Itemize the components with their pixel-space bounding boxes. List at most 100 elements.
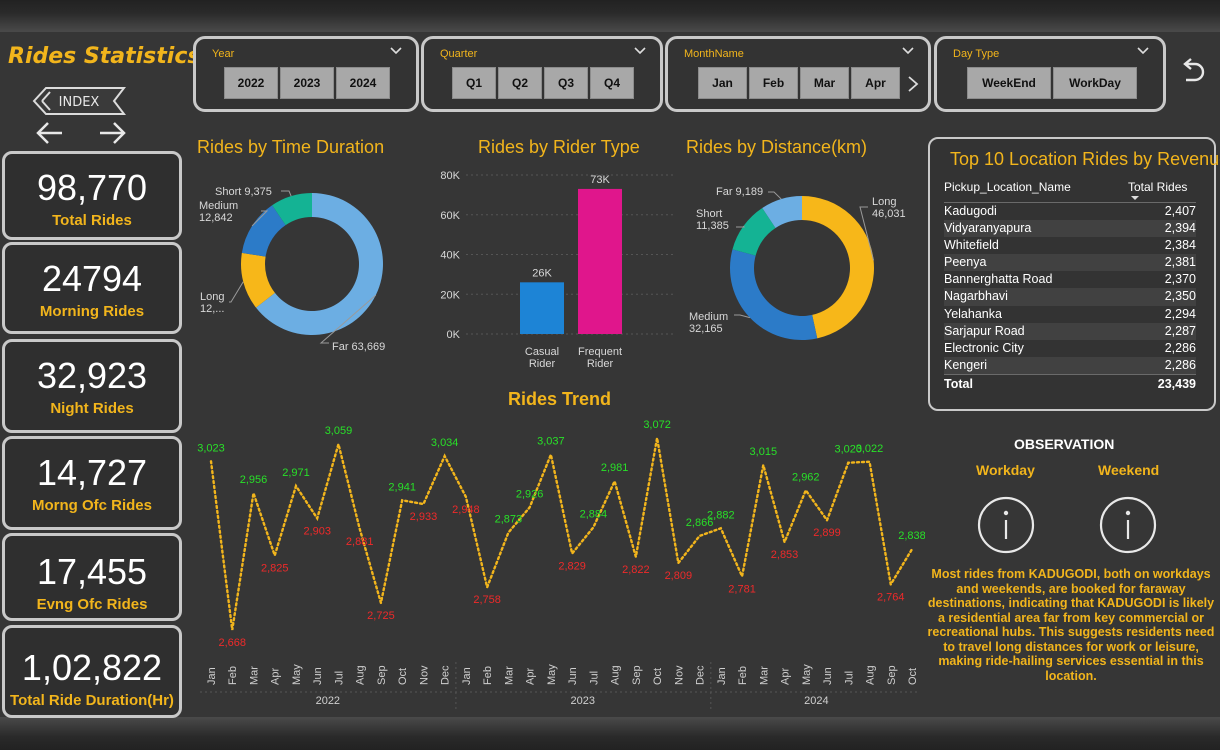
kpi-value: 17,455 — [36, 551, 148, 592]
slice-label: Short 9,375 — [215, 186, 272, 198]
arrow-right-icon[interactable] — [96, 119, 128, 147]
month-tick-label: Dec — [695, 665, 707, 685]
arrow-left-icon[interactable] — [34, 119, 66, 147]
table-row[interactable]: Sarjapur Road 2,287 — [944, 322, 1196, 340]
kpi-label: Total Ride Duration(Hr) — [10, 692, 174, 709]
month-tick-label: Dec — [440, 665, 452, 685]
quarter-option-q4[interactable]: Q4 — [590, 67, 634, 99]
leader-line — [768, 191, 782, 200]
quarter-option-q1[interactable]: Q1 — [452, 67, 496, 99]
month-tick-label: Mar — [758, 666, 770, 685]
month-tick-label: Aug — [610, 665, 622, 685]
data-label: 2,962 — [792, 471, 820, 483]
month-option-apr[interactable]: Apr — [851, 67, 900, 99]
y-tick-label: 60K — [440, 210, 460, 222]
kpi-total-duration: 1,02,822 Total Ride Duration(Hr) — [2, 625, 182, 718]
kpi-label: Morng Ofc Rides — [31, 497, 152, 514]
month-tick-label: Jun — [822, 667, 834, 685]
location-name: Electronic City — [944, 340, 1024, 355]
chevron-down-icon[interactable] — [390, 46, 402, 56]
data-label: 2,903 — [303, 525, 331, 537]
top-locations-card: Top 10 Location Rides by Revenue Pickup_… — [928, 137, 1220, 411]
data-label: 2,941 — [388, 481, 416, 493]
data-label: 2,873 — [495, 514, 523, 526]
daytype-option-workday[interactable]: WorkDay — [1053, 67, 1137, 99]
bar-value-label: 73K — [590, 174, 610, 186]
bottom-band — [0, 717, 1220, 750]
kpi-morning-rides: 24794 Morning Rides — [2, 242, 182, 334]
location-name: Whitefield — [944, 238, 999, 253]
data-label: 2,758 — [473, 594, 501, 606]
rides-trend-title: Rides Trend — [508, 389, 612, 409]
undo-icon[interactable] — [1178, 56, 1206, 84]
quarter-option-q3[interactable]: Q3 — [544, 67, 588, 99]
kpi-label: Total Rides — [52, 212, 132, 229]
slice-label: Far 63,669 — [332, 341, 385, 353]
table-row[interactable]: Kadugodi 2,407 — [944, 203, 1196, 220]
location-name: Bannerghatta Road — [944, 272, 1053, 287]
table-row[interactable]: Kengeri 2,286 — [944, 356, 1196, 374]
year-option-2023[interactable]: 2023 — [280, 67, 334, 99]
kpi-total-rides: 98,770 Total Rides — [2, 151, 182, 240]
rider-type-bar-chart: 0K20K40K60K80K26KCasualRider73KFrequentR… — [440, 170, 675, 370]
table-row[interactable]: Whitefield 2,384 — [944, 237, 1196, 254]
table-row[interactable]: Bannerghatta Road 2,370 — [944, 271, 1196, 288]
table-row[interactable]: Yelahanka 2,294 — [944, 306, 1196, 323]
data-label: 3,072 — [643, 419, 671, 431]
data-label: 2,822 — [622, 564, 650, 576]
column-header-total-rides[interactable]: Total Rides — [1126, 179, 1196, 202]
table-row[interactable]: Nagarbhavi 2,350 — [944, 288, 1196, 306]
data-label: 2,926 — [516, 488, 544, 500]
total-rides: 2,370 — [1164, 272, 1196, 287]
chevron-down-icon[interactable] — [902, 46, 914, 56]
table-row[interactable]: Vidyaranyapura 2,394 — [944, 220, 1196, 238]
chevron-down-icon[interactable] — [1137, 46, 1149, 56]
month-tick-label: Feb — [737, 666, 749, 685]
chevron-right-icon[interactable] — [906, 75, 920, 93]
table-row[interactable]: Electronic City 2,286 — [944, 340, 1196, 357]
total-rides: 2,407 — [1164, 204, 1196, 218]
data-label: 2,764 — [877, 591, 905, 603]
kpi-value: 14,727 — [36, 452, 148, 493]
month-tick-label: Jun — [312, 667, 324, 685]
column-header-location[interactable]: Pickup_Location_Name — [944, 179, 1126, 202]
slice-label: 32,165 — [689, 323, 723, 335]
total-rides: 2,286 — [1164, 340, 1196, 355]
info-icon[interactable] — [1098, 495, 1158, 555]
total-rides: 2,294 — [1164, 306, 1196, 321]
chevron-down-icon[interactable] — [634, 46, 646, 56]
total-rides: 2,286 — [1164, 357, 1196, 372]
total-value: 23,439 — [1157, 376, 1196, 391]
month-tick-label: Mar — [248, 666, 260, 685]
rider-type-title: Rides by Rider Type — [478, 137, 640, 157]
month-option-mar[interactable]: Mar — [800, 67, 849, 99]
data-label: 2,881 — [346, 536, 374, 548]
year-option-2024[interactable]: 2024 — [336, 67, 390, 99]
month-tick-label: Sep — [376, 665, 388, 685]
month-tick-label: Jan — [716, 667, 728, 685]
month-option-jan[interactable]: Jan — [698, 67, 747, 99]
slice-label: Far 9,189 — [716, 186, 763, 198]
data-label: 2,948 — [452, 504, 480, 516]
month-tick-label: May — [801, 664, 813, 685]
kpi-value: 32,923 — [36, 355, 148, 396]
month-tick-label: Jul — [843, 671, 855, 685]
leader-line — [281, 190, 292, 197]
info-icon[interactable] — [976, 495, 1036, 555]
month-tick-label: May — [291, 664, 303, 685]
kpi-evening-office-rides: 17,455 Evng Ofc Rides — [2, 533, 182, 621]
workday-label: Workday — [976, 462, 1035, 478]
daytype-option-weekend[interactable]: WeekEnd — [967, 67, 1051, 99]
y-tick-label: 20K — [440, 289, 460, 301]
slicer-title: Year — [212, 48, 235, 60]
data-label: 3,059 — [325, 425, 353, 437]
location-name: Yelahanka — [944, 306, 1002, 321]
data-label: 3,023 — [197, 442, 225, 454]
index-back-icon[interactable]: INDEX — [32, 86, 126, 116]
quarter-option-q2[interactable]: Q2 — [498, 67, 542, 99]
table-row[interactable]: Peenya 2,381 — [944, 254, 1196, 272]
year-option-2022[interactable]: 2022 — [224, 67, 278, 99]
leader-line — [734, 314, 750, 319]
kpi-label: Night Rides — [50, 400, 134, 417]
month-option-feb[interactable]: Feb — [749, 67, 798, 99]
